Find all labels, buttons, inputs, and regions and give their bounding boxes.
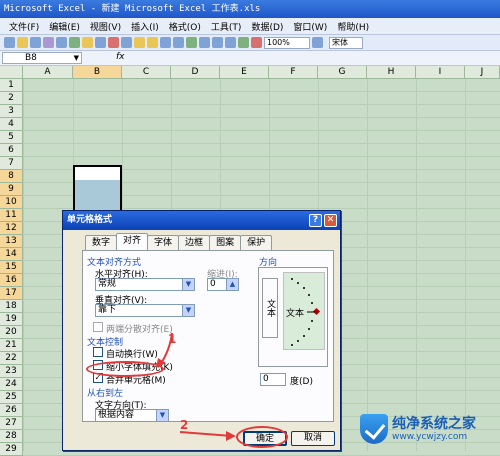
- step-2-marker: 2: [180, 418, 189, 432]
- watermark: 纯净系统之家 www.ycwjzy.com: [360, 410, 500, 448]
- shield-logo-icon: [360, 414, 388, 444]
- ok-button-highlight: [236, 426, 288, 448]
- tab-alignment[interactable]: 对齐: [116, 233, 149, 250]
- annotation-overlay: [156, 332, 236, 441]
- merge-cells-highlight: [86, 361, 164, 377]
- watermark-line1: 纯净系统之家: [392, 415, 476, 432]
- watermark-line2: www.ycwjzy.com: [392, 431, 468, 442]
- step-1-marker: 1: [168, 332, 177, 346]
